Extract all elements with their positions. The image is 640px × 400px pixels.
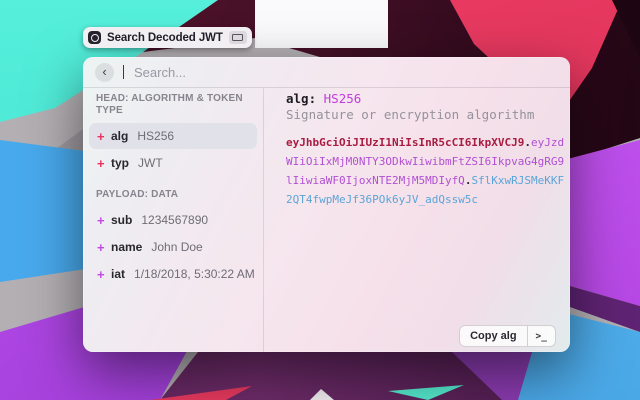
section-header-payload: PAYLOAD: DATA (96, 189, 257, 201)
jwt-token-text: eyJhbGciOiJIUzI1NiIsInR5cCI6IkpXVCJ9.eyJ… (286, 133, 567, 209)
claim-value: JWT (138, 156, 163, 170)
claim-key: name (111, 240, 142, 254)
claim-value: John Doe (151, 240, 202, 254)
detail-title-key: alg: (286, 91, 316, 106)
section-head: HEAD: ALGORITHM & TOKEN TYPE + alg HS256… (89, 93, 257, 176)
section-header-head: HEAD: ALGORITHM & TOKEN TYPE (96, 93, 257, 117)
claim-detail-pane: alg: HS256 Signature or encryption algor… (264, 88, 570, 352)
command-tooltip[interactable]: Search Decoded JWT (83, 27, 252, 48)
detail-title-value: HS256 (324, 91, 362, 106)
claim-value: 1/18/2018, 5:30:22 AM (134, 267, 255, 281)
jwt-decoder-window: ‹ Search... HEAD: ALGORITHM & TOKEN TYPE… (83, 57, 570, 352)
list-item-typ[interactable]: + typ JWT (89, 150, 257, 176)
list-item-sub[interactable]: + sub 1234567890 (89, 207, 257, 233)
claim-key: iat (111, 267, 125, 281)
jwt-extension-icon (88, 31, 101, 44)
token-claims-list: HEAD: ALGORITHM & TOKEN TYPE + alg HS256… (83, 88, 264, 352)
action-bar: Copy alg >_ (459, 325, 556, 347)
back-button[interactable]: ‹ (95, 63, 114, 82)
command-tooltip-label: Search Decoded JWT (107, 32, 223, 44)
claim-key: alg (111, 129, 128, 143)
claim-value: HS256 (137, 129, 174, 143)
search-bar: ‹ Search... (83, 57, 570, 87)
plus-icon: + (97, 267, 111, 282)
plus-icon: + (97, 240, 111, 255)
search-input[interactable]: Search... (134, 65, 186, 80)
claim-value: 1234567890 (141, 213, 208, 227)
claim-key: sub (111, 213, 132, 227)
window-content: HEAD: ALGORITHM & TOKEN TYPE + alg HS256… (83, 88, 570, 352)
detail-subtitle: Signature or encryption algorithm (286, 107, 570, 123)
shortcut-key-icon[interactable]: >_ (528, 326, 555, 346)
copy-alg-button[interactable]: Copy alg (460, 326, 526, 346)
list-item-iat[interactable]: + iat 1/18/2018, 5:30:22 AM (89, 261, 257, 287)
plus-icon: + (97, 213, 111, 228)
list-item-name[interactable]: + name John Doe (89, 234, 257, 260)
claim-key: typ (111, 156, 129, 170)
chevron-left-icon: ‹ (102, 65, 106, 78)
jwt-header-part: eyJhbGciOiJIUzI1NiIsInR5cCI6IkpXVCJ9 (286, 136, 524, 149)
plus-icon: + (97, 129, 111, 144)
detail-title: alg: HS256 (286, 91, 570, 107)
text-caret (123, 65, 124, 79)
section-payload: PAYLOAD: DATA + sub 1234567890 + name Jo… (89, 189, 257, 287)
list-item-alg[interactable]: + alg HS256 (89, 123, 257, 149)
plus-icon: + (97, 156, 111, 171)
hotkey-badge-icon (229, 31, 247, 44)
